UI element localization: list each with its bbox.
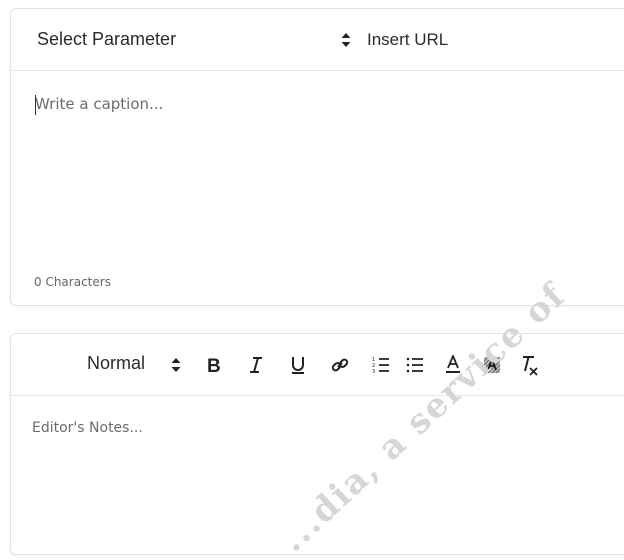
sort-updown-icon [341, 33, 351, 47]
ordered-list-icon[interactable]: 1 2 3 [370, 352, 392, 378]
background-color-icon[interactable] [481, 352, 503, 378]
text-caret [35, 95, 36, 115]
parameter-select-label: Select Parameter [37, 29, 177, 49]
link-icon[interactable] [329, 352, 351, 378]
notes-editor: Normal B 1 2 3 Editor's Notes... [10, 333, 624, 555]
svg-text:3: 3 [372, 369, 375, 374]
italic-icon[interactable] [245, 352, 267, 378]
clear-format-icon[interactable] [518, 352, 540, 378]
format-select[interactable]: Normal [87, 353, 145, 374]
editor-notes-textarea[interactable] [11, 396, 624, 546]
svg-text:B: B [207, 356, 221, 374]
url-input[interactable] [367, 9, 624, 70]
bullet-list-icon[interactable] [404, 352, 426, 378]
editor-toolbar: Normal B 1 2 3 [11, 334, 624, 396]
font-color-icon[interactable] [442, 352, 464, 378]
underline-icon[interactable] [287, 352, 309, 378]
caption-editor: Select Parameter 0 Characters [10, 8, 624, 306]
format-select-updown-icon[interactable] [171, 358, 181, 372]
caption-textarea[interactable] [11, 71, 624, 261]
caption-header: Select Parameter [11, 9, 624, 71]
parameter-select[interactable]: Select Parameter [11, 9, 359, 70]
character-count: 0 Characters [34, 275, 111, 289]
bold-icon[interactable]: B [203, 352, 225, 378]
